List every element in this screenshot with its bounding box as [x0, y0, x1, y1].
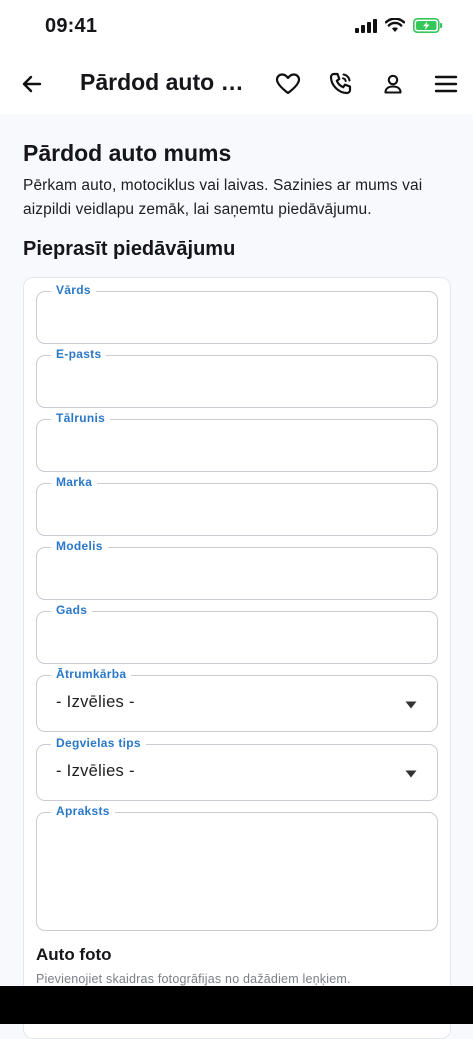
year-field[interactable]: Gads — [36, 603, 438, 664]
status-time: 09:41 — [45, 15, 98, 37]
page-title: Pārdod auto mums — [23, 140, 232, 166]
phone-input[interactable] — [37, 420, 437, 471]
user-icon[interactable] — [379, 70, 407, 98]
heart-icon[interactable] — [274, 70, 302, 98]
model-field-label: Modelis — [51, 539, 108, 553]
fuel-type-select[interactable]: Degvielas tips - Izvēlies - — [36, 736, 438, 801]
description-field-label: Apraksts — [51, 804, 115, 818]
model-input[interactable] — [37, 548, 437, 599]
make-field-label: Marka — [51, 475, 98, 489]
phone-field-label: Tālrunis — [51, 411, 111, 425]
description-field[interactable]: Apraksts — [36, 804, 438, 931]
header-title: Pārdod auto mums — [80, 69, 250, 95]
main-content: Pārdod auto mums Pērkam auto, motociklus… — [0, 114, 473, 1039]
section-title: Pieprasīt piedāvājumu — [23, 238, 236, 260]
cellular-signal-icon — [355, 18, 377, 33]
photos-section-description: Pievienojiet skaidras fotogrāfijas no da… — [36, 972, 351, 986]
name-field-label: Vārds — [51, 283, 96, 297]
name-input[interactable] — [37, 292, 437, 343]
back-arrow-icon[interactable] — [18, 70, 46, 98]
make-field[interactable]: Marka — [36, 475, 438, 536]
email-field[interactable]: E-pasts — [36, 347, 438, 408]
status-bar: 09:41 — [0, 0, 473, 54]
phone-field[interactable]: Tālrunis — [36, 411, 438, 472]
fuel-type-select-value: - Izvēlies - — [56, 762, 135, 780]
intro-text: Pērkam auto, motociklus vai laivas. Sazi… — [23, 177, 423, 218]
status-icons — [355, 18, 443, 33]
gearbox-select-value: - Izvēlies - — [56, 693, 135, 711]
menu-icon[interactable] — [432, 70, 460, 98]
make-input[interactable] — [37, 484, 437, 535]
email-input[interactable] — [37, 356, 437, 407]
chevron-down-icon — [405, 701, 417, 709]
battery-icon — [413, 18, 443, 33]
description-textarea[interactable] — [37, 813, 437, 930]
gearbox-select-label: Ātrumkārba — [51, 667, 132, 681]
quote-form: Vārds E-pasts Tālrunis Marka Modelis Gad… — [23, 277, 451, 1039]
fuel-type-select-label: Degvielas tips — [51, 736, 146, 750]
wifi-icon — [385, 18, 405, 32]
gearbox-select[interactable]: Ātrumkārba - Izvēlies - — [36, 667, 438, 732]
photos-section-title: Auto foto — [36, 945, 112, 964]
phone-icon[interactable] — [327, 70, 355, 98]
model-field[interactable]: Modelis — [36, 539, 438, 600]
chevron-down-icon — [405, 770, 417, 778]
name-field[interactable]: Vārds — [36, 283, 438, 344]
year-input[interactable] — [37, 612, 437, 663]
app-header: Pārdod auto mums — [0, 54, 473, 114]
bottom-bar — [0, 986, 473, 1024]
year-field-label: Gads — [51, 603, 93, 617]
email-field-label: E-pasts — [51, 347, 107, 361]
